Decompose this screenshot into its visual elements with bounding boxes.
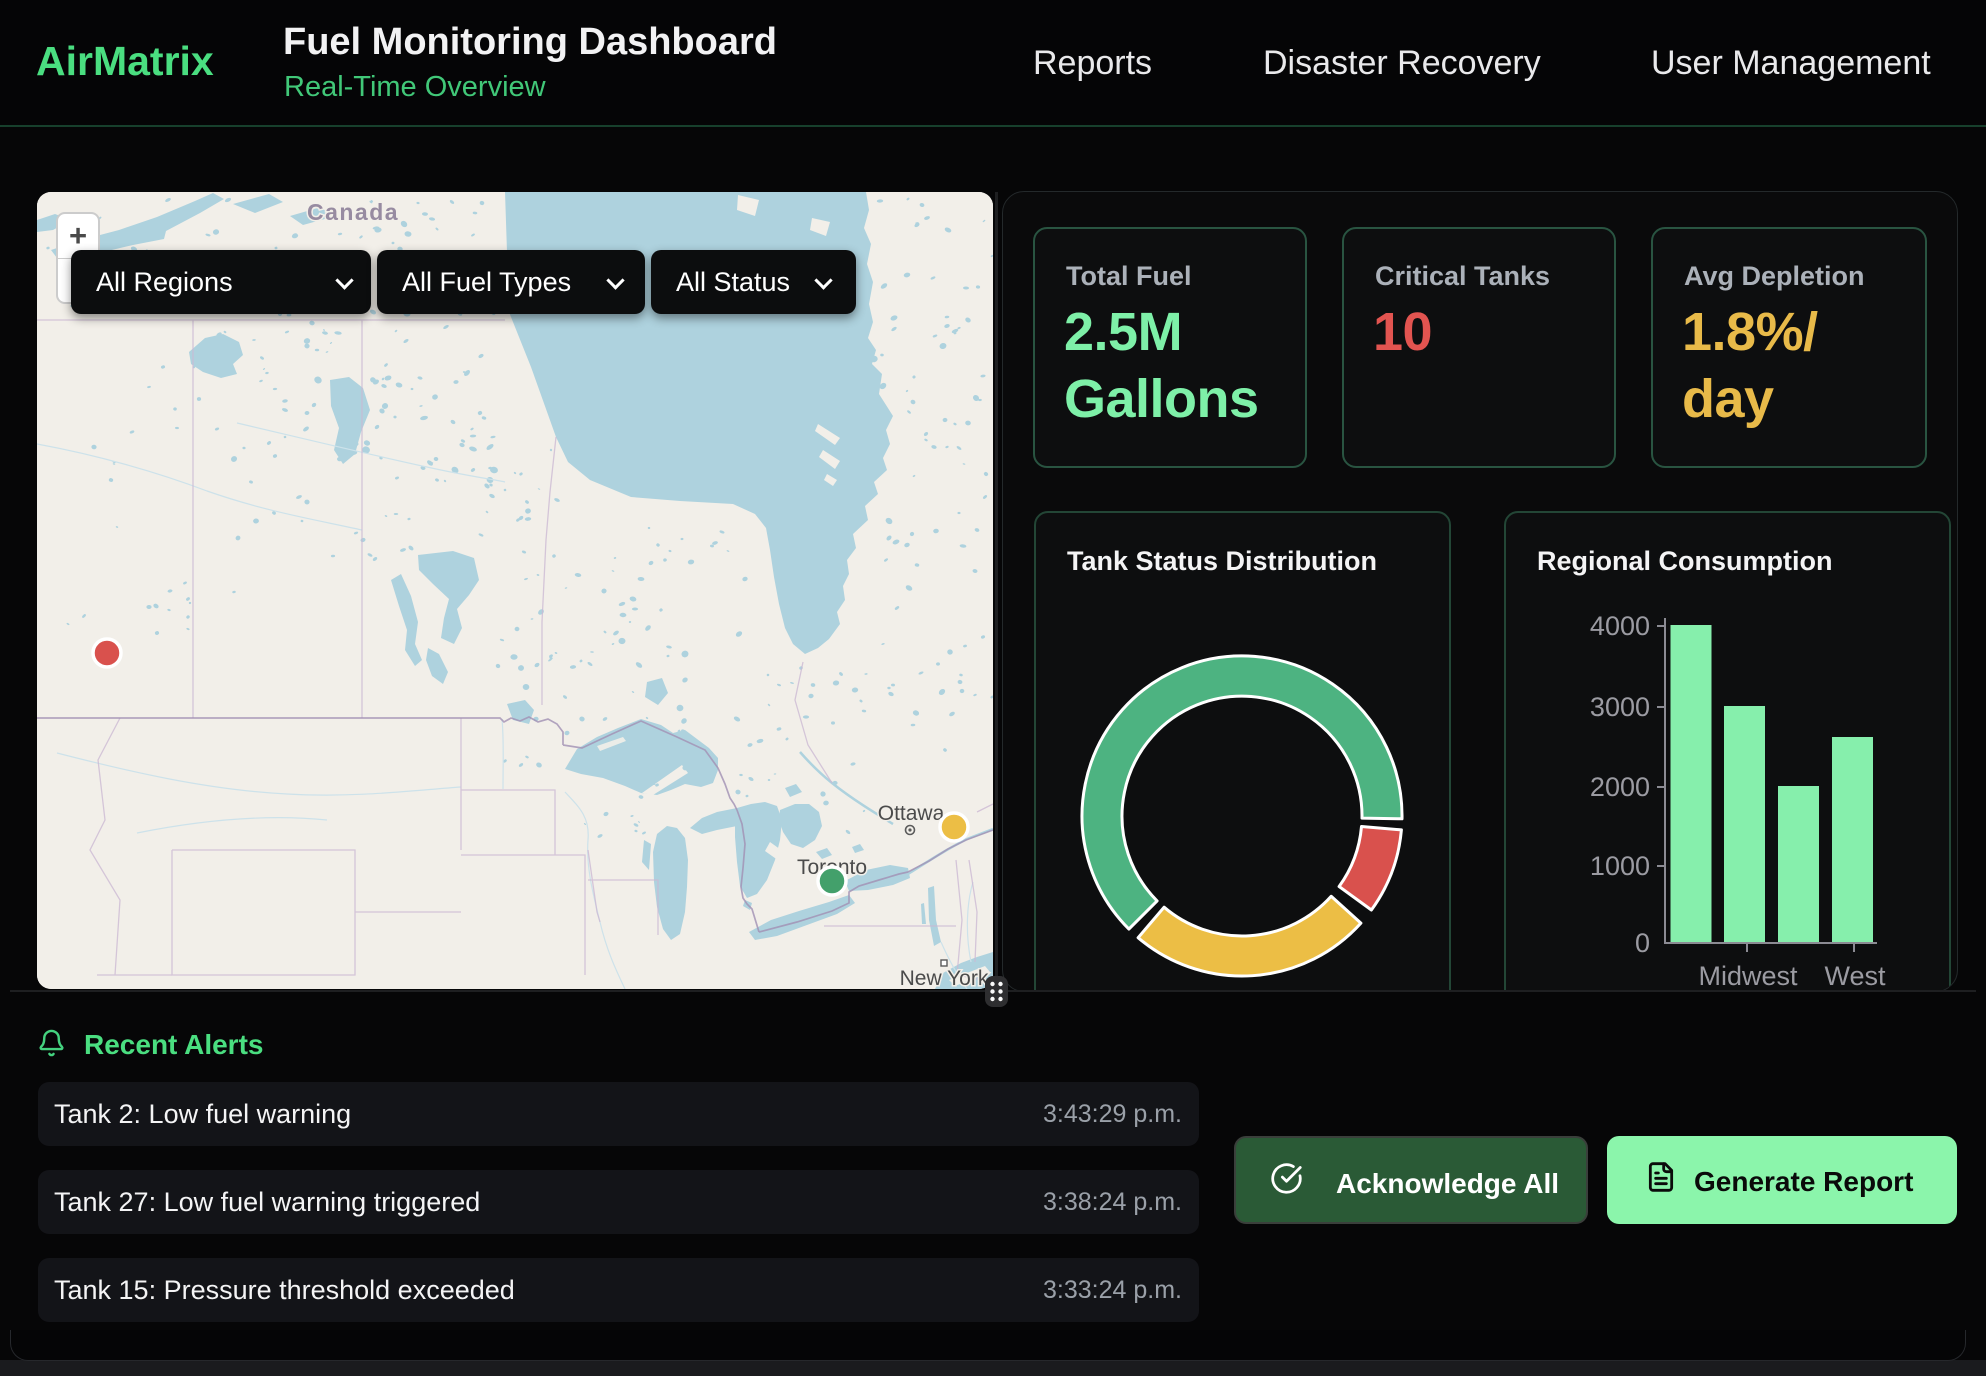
svg-text:Midwest: Midwest (1698, 961, 1798, 991)
svg-text:2000: 2000 (1590, 772, 1650, 802)
svg-text:New York: New York (900, 967, 989, 989)
svg-text:4000: 4000 (1590, 611, 1650, 641)
svg-text:Ottawa: Ottawa (878, 802, 945, 825)
svg-text:0: 0 (1635, 928, 1650, 958)
svg-text:West: West (1824, 961, 1886, 991)
svg-text:Canada: Canada (307, 199, 399, 225)
svg-text:1000: 1000 (1590, 851, 1650, 881)
svg-text:3000: 3000 (1590, 692, 1650, 722)
